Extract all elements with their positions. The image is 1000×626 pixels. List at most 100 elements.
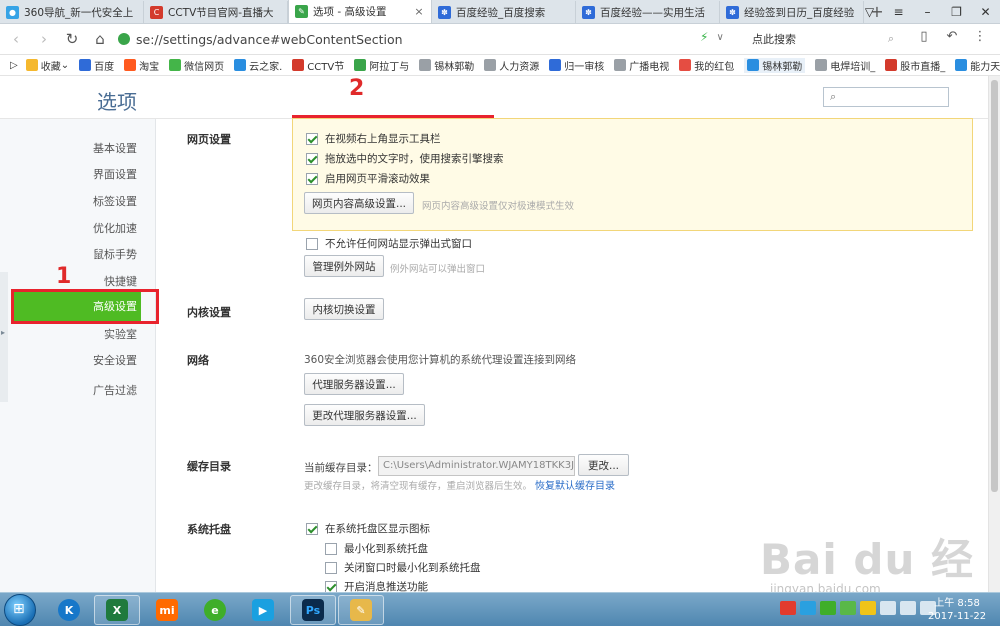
minimize-to-tray-checkbox[interactable] — [325, 542, 337, 555]
change-proxy-settings-button[interactable]: 更改代理服务器设置... — [304, 404, 425, 426]
bookmarks-toggle-icon[interactable]: ▷ — [10, 60, 18, 71]
menu-icon[interactable]: ≡ — [884, 0, 913, 24]
home-icon[interactable]: ⌂ — [86, 30, 114, 48]
scrollbar-thumb[interactable] — [991, 80, 998, 492]
taskbar-app-k[interactable]: K — [46, 595, 92, 625]
tab-label: 360导航_新一代安全上 — [24, 6, 134, 19]
tray-app-icon[interactable] — [820, 601, 836, 615]
tab-settings[interactable]: ✎ 选项 - 高级设置 × — [288, 0, 432, 23]
proxy-settings-button[interactable]: 代理服务器设置... — [304, 373, 404, 395]
tablet-icon[interactable]: ▯ — [910, 29, 938, 44]
drag-search-option[interactable]: 拖放选中的文字时，使用搜索引擎搜索 — [306, 151, 504, 166]
taskbar-clock[interactable]: 上午 8:58 2017-11-22 — [928, 597, 986, 623]
drag-search-checkbox[interactable] — [306, 152, 318, 165]
taskbar-app-photoshop[interactable]: Ps — [290, 595, 336, 625]
lightning-icon[interactable]: ⚡ — [700, 30, 708, 44]
sidebar-item-mouse-gestures[interactable]: 鼠标手势 — [93, 246, 137, 262]
bookmark-item[interactable]: 云之家. — [234, 58, 282, 73]
chevron-down-icon[interactable]: ∨ — [716, 32, 723, 43]
push-notifications-checkbox[interactable] — [325, 580, 337, 593]
sidebar-collapse-handle[interactable]: ▸ — [0, 272, 8, 402]
bookmark-item[interactable]: 电焊培训_ — [815, 58, 875, 73]
close-to-tray-checkbox[interactable] — [325, 561, 337, 574]
sidebar-item-interface[interactable]: 界面设置 — [93, 166, 137, 182]
cache-path-field[interactable]: C:\Users\Administrator.WJAMY18TKK3JYJ — [378, 456, 575, 476]
manage-exceptions-button[interactable]: 管理例外网站 — [304, 255, 384, 277]
option-label: 启用网页平滑滚动效果 — [325, 173, 430, 185]
minimize-to-tray-option[interactable]: 最小化到系统托盘 — [325, 541, 428, 556]
tab-cctv[interactable]: C CCTV节目官网-直播大 — [144, 1, 288, 23]
taskbar-app-player[interactable]: ▶ — [240, 595, 286, 625]
close-tab-icon[interactable]: × — [413, 5, 425, 18]
search-icon[interactable]: ⌕ — [888, 32, 894, 46]
block-popups-option[interactable]: 不允许任何网站显示弹出式窗口 — [306, 236, 472, 251]
tab-label: CCTV节目官网-直播大 — [168, 6, 274, 19]
sidebar-item-tabs[interactable]: 标签设置 — [93, 193, 137, 209]
mi-icon: mi — [156, 599, 178, 621]
cloud-icon — [234, 59, 247, 71]
tab-checkin-calendar[interactable]: ✽ 经验签到日历_百度经验 — [720, 1, 864, 23]
highlight-box-sidebar — [11, 289, 159, 324]
bookmark-item[interactable]: 人力资源 — [484, 58, 539, 73]
bookmark-item[interactable]: 百度 — [79, 58, 114, 73]
shirt-skin-icon[interactable]: ▽ — [855, 0, 884, 24]
page-scrollbar[interactable] — [988, 76, 1000, 592]
tray-app-icon[interactable] — [860, 601, 876, 615]
back-icon[interactable]: ‹ — [2, 30, 30, 48]
undo-icon[interactable]: ↶ — [938, 29, 966, 44]
taskbar-app-mi[interactable]: mi — [144, 595, 190, 625]
toolbar-on-video-checkbox[interactable] — [306, 132, 318, 145]
bookmark-item[interactable]: 锡林郭勒 — [744, 57, 806, 73]
smooth-scroll-checkbox[interactable] — [306, 172, 318, 185]
more-icon[interactable]: ⋮ — [966, 29, 994, 44]
close-window-icon[interactable]: ✕ — [971, 0, 1000, 24]
bookmark-item[interactable]: 股市直播_ — [885, 58, 945, 73]
bookmark-item[interactable]: 收藏 ⌄ — [25, 58, 69, 73]
bookmark-item[interactable]: 广播电视 — [614, 58, 669, 73]
shield-icon[interactable] — [840, 601, 856, 615]
restore-cache-link[interactable]: 恢复默认缓存目录 — [535, 477, 615, 492]
close-to-tray-option[interactable]: 关闭窗口时最小化到系统托盘 — [325, 560, 481, 575]
flag-icon[interactable] — [900, 601, 916, 615]
sidebar-item-basic[interactable]: 基本设置 — [93, 140, 137, 156]
settings-search-input[interactable]: ⌕ — [823, 87, 949, 107]
minimize-icon[interactable]: – — [913, 0, 942, 24]
sidebar-item-shortcuts[interactable]: 快捷键 — [104, 273, 137, 289]
restore-icon[interactable]: ❐ — [942, 0, 971, 24]
url-field[interactable]: se://settings/advance#webContentSection — [118, 28, 738, 50]
refresh-icon[interactable]: ↻ — [58, 30, 86, 48]
bookmark-item[interactable]: 锡林郭勒 — [419, 58, 474, 73]
tab-baidu-jingyan[interactable]: ✽ 百度经验——实用生活 — [576, 1, 720, 23]
sidebar-item-optimize[interactable]: 优化加速 — [93, 220, 137, 236]
taskbar-app-excel[interactable]: X — [94, 595, 140, 625]
bookmark-item[interactable]: 淘宝 — [124, 58, 159, 73]
show-tray-icon-option[interactable]: 在系统托盘区显示图标 — [306, 521, 430, 536]
bookmark-item[interactable]: CCTV节 — [292, 58, 344, 73]
tab-baidu-search[interactable]: ✽ 百度经验_百度搜索 — [432, 1, 576, 23]
tray-app-icon[interactable] — [800, 601, 816, 615]
tab-360-nav[interactable]: ● 360导航_新一代安全上 — [0, 1, 144, 23]
bookmark-item[interactable]: 能力天空 — [955, 58, 1000, 73]
sidebar-item-lab[interactable]: 实验室 — [104, 326, 137, 342]
change-cache-button[interactable]: 更改... — [578, 454, 629, 476]
start-button[interactable]: ⊞ — [4, 594, 36, 626]
taskbar-app-paint[interactable]: ✎ — [338, 595, 384, 625]
block-popups-checkbox[interactable] — [306, 237, 318, 250]
bookmark-item[interactable]: 归一审核 — [549, 58, 604, 73]
search-input[interactable]: 点此搜索 ⌕ — [752, 29, 900, 49]
sidebar-item-ad-filter[interactable]: 广告过滤 — [93, 382, 137, 398]
show-tray-icon-checkbox[interactable] — [306, 522, 318, 535]
sidebar-item-security[interactable]: 安全设置 — [93, 352, 137, 368]
kernel-switch-button[interactable]: 内核切换设置 — [304, 298, 384, 320]
page-icon — [419, 59, 432, 71]
toolbar-on-video-option[interactable]: 在视频右上角显示工具栏 — [306, 131, 441, 146]
advanced-content-settings-button[interactable]: 网页内容高级设置... — [304, 192, 414, 214]
smooth-scroll-option[interactable]: 启用网页平滑滚动效果 — [306, 171, 430, 186]
bookmark-item[interactable]: 我的红包 — [679, 58, 734, 73]
bookmark-item[interactable]: 阿拉丁与 — [354, 58, 409, 73]
sogou-icon[interactable] — [780, 601, 796, 615]
network-icon[interactable] — [880, 601, 896, 615]
bookmark-item[interactable]: 微信网页 — [169, 58, 224, 73]
taskbar-app-360-browser[interactable]: e — [192, 595, 238, 625]
forward-icon[interactable]: › — [30, 30, 58, 48]
